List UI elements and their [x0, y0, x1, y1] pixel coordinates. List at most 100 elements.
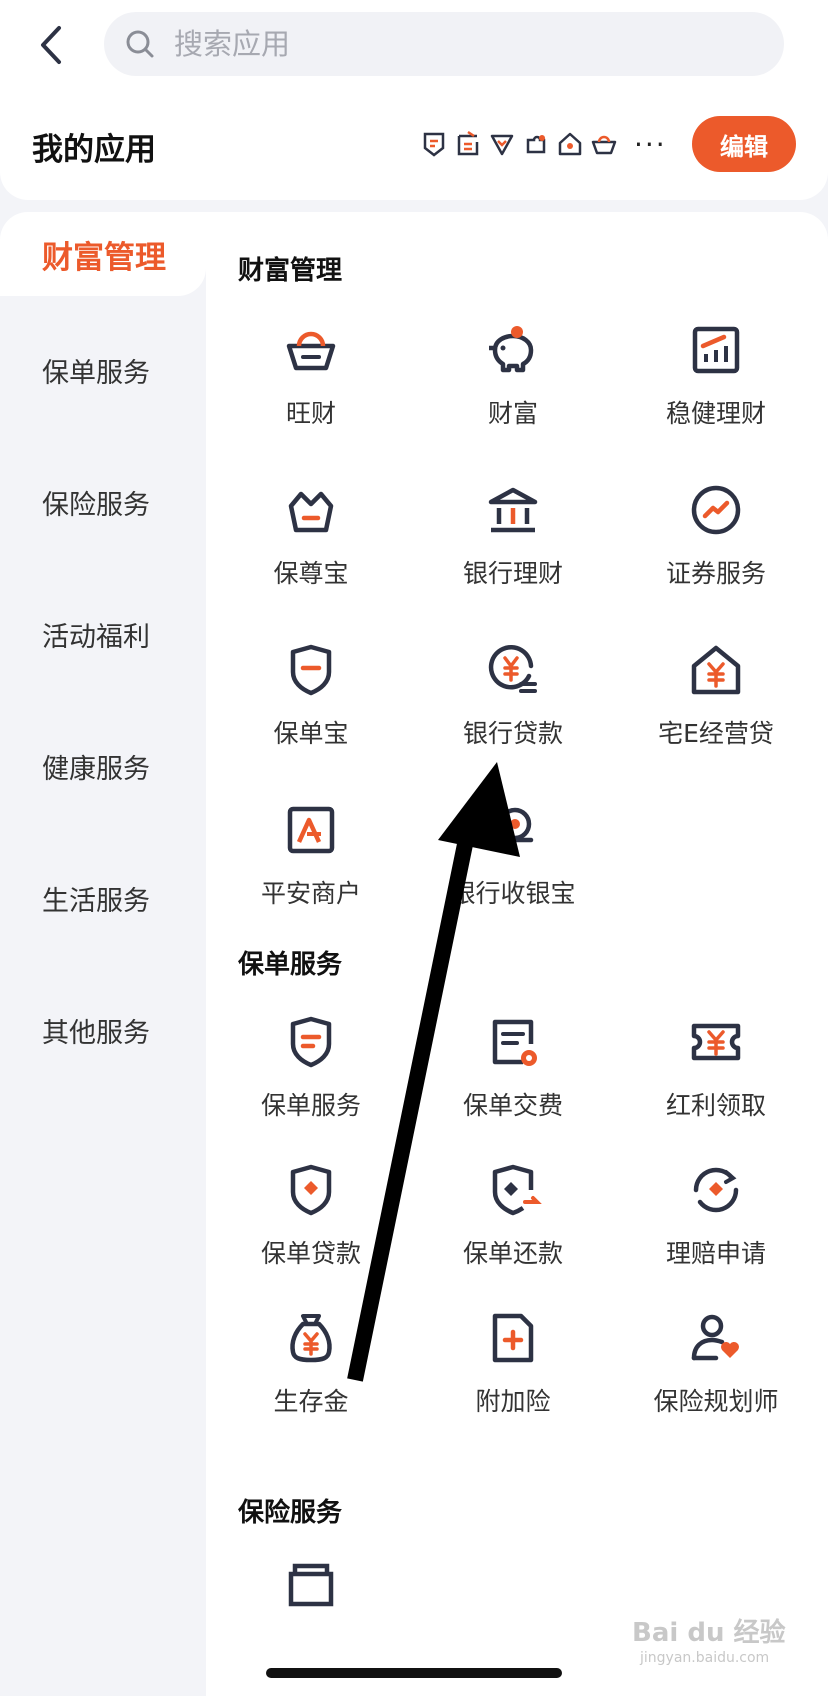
- app-label: 旺财: [285, 399, 336, 428]
- app-tile-bank-finance[interactable]: 银行理财: [413, 480, 613, 610]
- sidebar-item-activity-benefits[interactable]: 活动福利: [0, 584, 206, 684]
- mini-home-icon: [554, 128, 586, 160]
- sidebar-item-label: 保险服务: [42, 489, 150, 521]
- search-icon: [124, 26, 160, 62]
- main-panel: 财富管理 保单服务 保险服务 活动福利 健康服务 生活服务 其他服务 财富管理: [0, 212, 828, 1696]
- growth-chart-icon: [692, 326, 740, 374]
- app-tile-policy-service[interactable]: 保单服务: [211, 1012, 411, 1142]
- app-tile-baozunbao[interactable]: 保尊宝: [211, 480, 411, 610]
- app-label: 生存金: [273, 1387, 349, 1416]
- crown-basket-icon: [288, 491, 334, 533]
- yen-ticket-icon: [691, 1023, 741, 1061]
- app-tile-survival-fund[interactable]: 生存金: [211, 1308, 411, 1438]
- app-tile-home-business-loan[interactable]: 宅E经营贷: [616, 640, 816, 770]
- doc-payment-icon: [492, 1019, 537, 1066]
- app-label: 银行理财: [462, 559, 563, 588]
- shield-doc-icon: [290, 1016, 332, 1068]
- shield-diamond-icon: [290, 1164, 332, 1216]
- app-tile-rider-insurance[interactable]: 附加险: [413, 1308, 613, 1438]
- app-label: 附加险: [475, 1387, 551, 1416]
- planner-user-icon: [691, 1314, 739, 1361]
- app-label: 保单服务: [260, 1091, 361, 1120]
- yen-coin-icon: [488, 644, 537, 693]
- app-tile-policy-payment[interactable]: 保单交费: [413, 1012, 613, 1142]
- top-bar: 我的应用 ··· 编辑: [0, 0, 828, 200]
- app-tile-claim[interactable]: 理赔申请: [616, 1160, 816, 1290]
- shield-return-icon: [492, 1164, 542, 1216]
- back-button[interactable]: [30, 20, 70, 70]
- sidebar-item-label: 活动福利: [42, 621, 150, 653]
- doc-plus-icon: [492, 1313, 534, 1363]
- app-tile-bank-cashier[interactable]: 银行收银宝: [413, 800, 613, 930]
- app-label: 保单还款: [462, 1239, 563, 1268]
- claim-cycle-icon: [693, 1167, 739, 1213]
- app-tile-partial[interactable]: [211, 1554, 411, 1614]
- sidebar-item-label: 健康服务: [42, 753, 150, 785]
- section-title-wealth: 财富管理: [238, 256, 343, 286]
- sidebar-item-label: 生活服务: [42, 885, 150, 917]
- app-tile-bank-loan[interactable]: 银行贷款: [413, 640, 613, 770]
- mini-ingot-icon: [588, 128, 620, 160]
- app-grid-content: 财富管理 旺财 财富 稳健理财 保尊宝 银行理财 证券服务 保单宝 银行贷款 宅…: [206, 212, 828, 1696]
- yen-house-icon: [691, 645, 741, 695]
- bank-building-icon: [488, 487, 538, 533]
- search-input[interactable]: [172, 26, 736, 62]
- my-apps-title: 我的应用: [32, 132, 156, 168]
- app-label: 银行收银宝: [450, 879, 576, 908]
- app-label: 保单贷款: [260, 1239, 361, 1268]
- app-label: 保险规划师: [653, 1387, 779, 1416]
- section-title-policy-service: 保单服务: [238, 950, 343, 980]
- app-label: 保单交费: [462, 1091, 563, 1120]
- sidebar-item-insurance-service[interactable]: 保险服务: [0, 452, 206, 552]
- piggy-bank-icon: [489, 326, 534, 373]
- app-label: 宅E经营贷: [658, 719, 774, 748]
- app-label: 保尊宝: [273, 559, 349, 588]
- app-label: 银行贷款: [462, 719, 563, 748]
- sidebar-item-wealth[interactable]: 财富管理: [0, 212, 206, 296]
- app-tile-insurance-planner[interactable]: 保险规划师: [616, 1308, 816, 1438]
- app-tile-dividend[interactable]: 红利领取: [616, 1012, 816, 1142]
- gold-ingot-icon: [286, 331, 336, 371]
- edit-button[interactable]: 编辑: [692, 116, 796, 172]
- app-tile-pingan-merchant[interactable]: 平安商户: [211, 800, 411, 930]
- app-tile-baodanbao[interactable]: 保单宝: [211, 640, 411, 770]
- money-bag-icon: [290, 1314, 332, 1363]
- category-sidebar: 财富管理 保单服务 保险服务 活动福利 健康服务 生活服务 其他服务: [0, 212, 206, 1696]
- app-label: 平安商户: [260, 879, 361, 908]
- app-tile-steady-finance[interactable]: 稳健理财: [616, 320, 816, 450]
- merchant-a-icon: [287, 806, 335, 854]
- sidebar-item-label: 财富管理: [42, 239, 166, 276]
- watermark-logo: Bai du 经验: [632, 1618, 786, 1648]
- trend-circle-icon: [691, 485, 741, 535]
- app-tile-policy-repayment[interactable]: 保单还款: [413, 1160, 613, 1290]
- search-bar[interactable]: [104, 12, 784, 76]
- app-label: 财富: [487, 399, 538, 428]
- partial-app-icon: [288, 1563, 334, 1607]
- app-tile-securities[interactable]: 证券服务: [616, 480, 816, 610]
- sidebar-item-policy-service[interactable]: 保单服务: [0, 320, 206, 420]
- back-arrow-icon: [41, 26, 61, 64]
- sidebar-item-label: 其他服务: [42, 1017, 150, 1049]
- sidebar-item-other-service[interactable]: 其他服务: [0, 980, 206, 1080]
- section-title-insurance-service: 保险服务: [238, 1498, 343, 1528]
- app-label: 保单宝: [273, 719, 349, 748]
- mini-shield-doc-icon: [418, 128, 450, 160]
- sidebar-item-label: 保单服务: [42, 357, 150, 389]
- home-indicator[interactable]: [266, 1668, 562, 1678]
- mini-puzzle-icon: [520, 128, 552, 160]
- sidebar-item-health-service[interactable]: 健康服务: [0, 716, 206, 816]
- app-tile-policy-loan[interactable]: 保单贷款: [211, 1160, 411, 1290]
- more-dots-icon: ···: [634, 127, 667, 161]
- shield-minus-icon: [290, 644, 332, 696]
- app-label: 稳健理财: [665, 399, 766, 428]
- app-label: 证券服务: [665, 559, 766, 588]
- app-tile-wangcai[interactable]: 旺财: [211, 320, 411, 450]
- watermark-url: jingyan.baidu.com: [640, 1650, 770, 1666]
- app-label: 理赔申请: [665, 1239, 766, 1268]
- app-label: 红利领取: [665, 1091, 766, 1120]
- mini-house-doc-icon: [452, 128, 484, 160]
- app-tile-caifu[interactable]: 财富: [413, 320, 613, 450]
- my-apps-preview[interactable]: ···: [418, 124, 667, 164]
- mini-heart-shield-icon: [486, 128, 518, 160]
- sidebar-item-life-service[interactable]: 生活服务: [0, 848, 206, 948]
